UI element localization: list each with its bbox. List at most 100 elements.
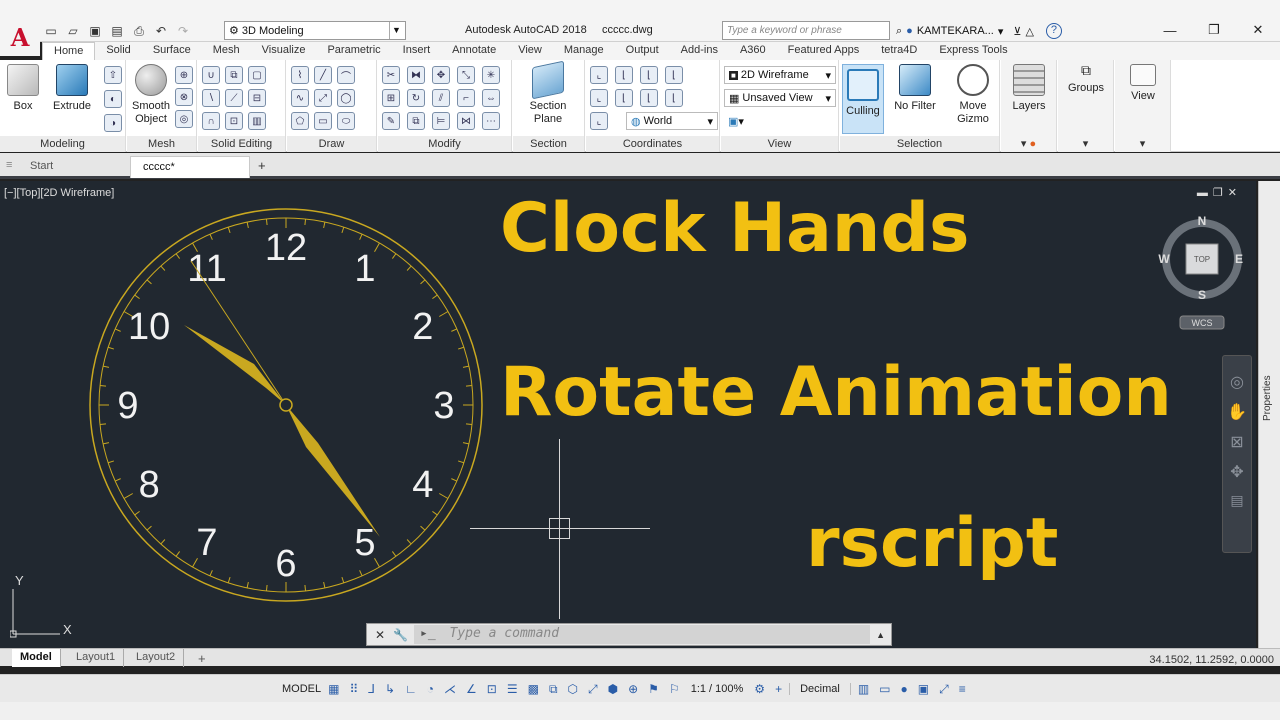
- named-view-dropdown[interactable]: ▦ Unsaved View ▾: [724, 89, 836, 107]
- copy-icon[interactable]: ⧉: [407, 112, 425, 130]
- presspull-icon[interactable]: ⇧: [104, 66, 122, 84]
- redo-icon[interactable]: ↷: [174, 22, 192, 40]
- union-icon[interactable]: ◐: [104, 90, 122, 108]
- visual-style-dropdown[interactable]: ■ 2D Wireframe ▾: [724, 66, 836, 84]
- solid-intersect-icon[interactable]: ∩: [202, 112, 220, 130]
- save-icon[interactable]: ▣: [86, 22, 104, 40]
- line-icon[interactable]: ╱: [314, 66, 332, 84]
- close-icon[interactable]: ✕: [1236, 18, 1280, 42]
- minimize-icon[interactable]: —: [1148, 18, 1192, 42]
- selection-filter-icon[interactable]: ⬢: [605, 681, 621, 697]
- tab-tetra4d[interactable]: tetra4D: [870, 42, 928, 60]
- minimize-viewport-icon[interactable]: ▬: [1197, 187, 1213, 199]
- showmotion-icon[interactable]: ▤: [1223, 492, 1251, 509]
- compass-e[interactable]: E: [1235, 252, 1243, 266]
- panel-label-view[interactable]: View: [721, 136, 838, 152]
- array-icon[interactable]: ⊞: [382, 89, 400, 107]
- isolate-objects-icon[interactable]: ●: [898, 681, 911, 697]
- tab-parametric[interactable]: Parametric: [316, 42, 391, 60]
- exchange-icon[interactable]: △: [1025, 25, 1033, 38]
- xline-icon[interactable]: ⤢: [314, 89, 332, 107]
- cart-icon[interactable]: ⊻: [1013, 25, 1021, 38]
- tab-express-tools[interactable]: Express Tools: [928, 42, 1018, 60]
- ucs-origin-icon[interactable]: ⌞: [590, 89, 608, 107]
- annotation-monitor-icon[interactable]: +: [772, 681, 785, 697]
- view-expand[interactable]: ▾: [1115, 136, 1170, 152]
- save-as-icon[interactable]: ▤: [108, 22, 126, 40]
- solid-slice-icon[interactable]: ⟋: [225, 89, 243, 107]
- grid-icon[interactable]: ▦: [325, 681, 342, 697]
- ucs-y-icon[interactable]: ⌊: [665, 66, 683, 84]
- user-icon[interactable]: ●: [906, 25, 913, 37]
- rotate-icon[interactable]: ↻: [407, 89, 425, 107]
- tab-layout1[interactable]: Layout1: [68, 649, 125, 667]
- rectangle-icon[interactable]: ▭: [314, 112, 332, 130]
- viewport-label[interactable]: [−][Top][2D Wireframe]: [4, 187, 114, 199]
- ellipse-icon[interactable]: ⬭: [337, 112, 355, 130]
- tab-featured-apps[interactable]: Featured Apps: [777, 42, 871, 60]
- solid-union-icon[interactable]: ∪: [202, 66, 220, 84]
- compass-n[interactable]: N: [1198, 214, 1207, 228]
- gizmo-icon[interactable]: ⊕: [625, 681, 641, 697]
- object-snap-icon[interactable]: ⊡: [484, 681, 500, 697]
- compass-w[interactable]: W: [1158, 252, 1170, 266]
- tab-visualize[interactable]: Visualize: [251, 42, 317, 60]
- help-icon[interactable]: ?: [1045, 23, 1062, 39]
- tabs-menu-icon[interactable]: ≡: [6, 159, 12, 171]
- fillet-icon[interactable]: ⌐: [457, 89, 475, 107]
- tab-start[interactable]: Start: [18, 156, 128, 178]
- customization-icon[interactable]: ≡: [956, 681, 969, 697]
- polygon-icon[interactable]: ⬠: [291, 112, 309, 130]
- layers-expand[interactable]: ▾ ●: [1001, 136, 1056, 152]
- lineweight-icon[interactable]: ☰: [504, 681, 521, 697]
- tab-annotate[interactable]: Annotate: [441, 42, 507, 60]
- object-snap-tracking-icon[interactable]: ∠: [463, 681, 480, 697]
- tab-mesh[interactable]: Mesh: [202, 42, 251, 60]
- snap-icon[interactable]: ⠿: [346, 681, 361, 697]
- transparency-icon[interactable]: ▩: [525, 681, 542, 697]
- pan-hand-icon[interactable]: ✋: [1223, 402, 1251, 422]
- tab-document[interactable]: ccccc*: [130, 156, 250, 178]
- panel-label-selection[interactable]: Selection: [840, 136, 999, 152]
- dynamic-input-icon[interactable]: ↳: [382, 681, 398, 697]
- orbit-icon[interactable]: ✥: [1223, 462, 1251, 482]
- drawing-viewport[interactable]: [−][Top][2D Wireframe] ▬❐✕ 12 1 2 3 4 5 6 7 8 9 10…: [0, 181, 1256, 648]
- panel-label-modeling[interactable]: Modeling: [0, 136, 125, 152]
- restore-viewport-icon[interactable]: ❐: [1213, 187, 1228, 199]
- tab-output[interactable]: Output: [615, 42, 670, 60]
- solid-shell-icon[interactable]: ▢: [248, 66, 266, 84]
- viewcube[interactable]: TOP N S E W WCS: [1158, 211, 1246, 331]
- chevron-down-icon[interactable]: ▾: [998, 25, 1004, 38]
- new-tab-icon[interactable]: +: [258, 158, 266, 173]
- arc-icon[interactable]: ⌒: [337, 66, 355, 84]
- scale-icon[interactable]: ⤡: [457, 66, 475, 84]
- workspace-gear-icon[interactable]: ⚙: [751, 681, 768, 697]
- user-name[interactable]: KAMTEKARA...: [917, 25, 994, 37]
- clean-screen-icon[interactable]: ⤢: [936, 681, 952, 697]
- break-icon[interactable]: ⋯: [482, 112, 500, 130]
- solid-copy-icon[interactable]: ⧉: [225, 66, 243, 84]
- tab-layout2[interactable]: Layout2: [128, 649, 185, 667]
- add-layout-icon[interactable]: +: [190, 649, 214, 667]
- compass-s[interactable]: S: [1198, 288, 1206, 302]
- selection-cycling-icon[interactable]: ⧉: [546, 681, 561, 697]
- solid-subtract-icon[interactable]: ∖: [202, 89, 220, 107]
- ucs-dropdown[interactable]: ◍ World ▾: [626, 112, 718, 130]
- smooth-object-button[interactable]: Smooth Object: [129, 64, 173, 126]
- polar-icon[interactable]: ◔: [424, 681, 437, 697]
- annotation-visibility-icon[interactable]: ⚑: [645, 681, 662, 697]
- move-gizmo-button[interactable]: Move Gizmo: [950, 64, 996, 126]
- extrude-button[interactable]: Extrude: [50, 64, 94, 113]
- model-space-button[interactable]: MODEL: [282, 683, 321, 695]
- new-file-icon[interactable]: ▭: [42, 22, 60, 40]
- workspace-selector[interactable]: ⚙ 3D Modeling ▼: [224, 21, 406, 40]
- ucs-face-icon[interactable]: ⌞: [590, 112, 608, 130]
- tab-home[interactable]: Home: [42, 42, 96, 60]
- solid-separate-icon[interactable]: ⊟: [248, 89, 266, 107]
- close-viewport-icon[interactable]: ✕: [1228, 187, 1242, 199]
- ucs-world-icon[interactable]: ⌊: [615, 66, 633, 84]
- annotation-scale[interactable]: 1:1 / 100%: [687, 683, 748, 695]
- offset-icon[interactable]: ⫽: [432, 89, 450, 107]
- layers-button[interactable]: Layers: [1011, 64, 1047, 113]
- align-icon[interactable]: ⊨: [432, 112, 450, 130]
